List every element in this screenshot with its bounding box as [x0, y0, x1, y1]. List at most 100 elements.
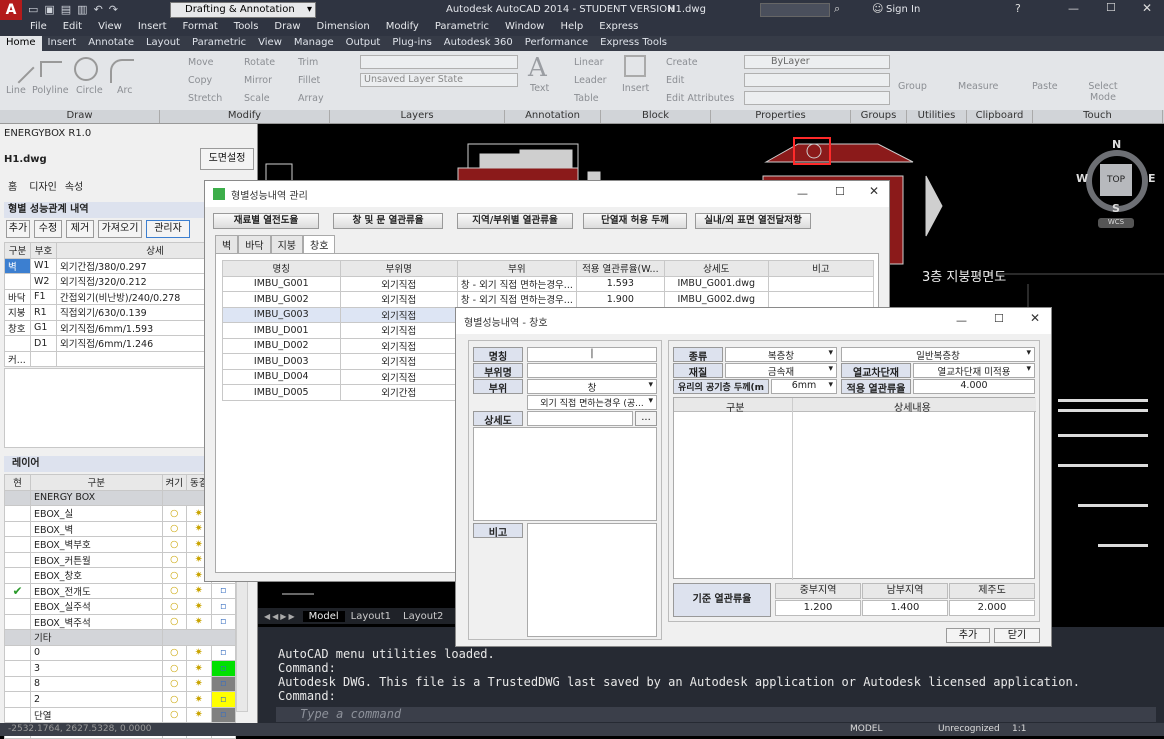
lock-icon[interactable]: ▫: [210, 660, 237, 677]
lock-icon[interactable]: ▫: [210, 691, 237, 708]
layer-current[interactable]: [4, 660, 31, 677]
layer-current[interactable]: [4, 536, 31, 553]
layer-current[interactable]: [4, 691, 31, 708]
sun-icon[interactable]: ✷: [186, 644, 212, 661]
line-label[interactable]: Line: [6, 85, 26, 96]
layer-current[interactable]: [4, 567, 31, 584]
view-cube-top[interactable]: TOP: [1100, 164, 1132, 196]
tab-layout2[interactable]: Layout2: [397, 611, 449, 622]
menu-3[interactable]: Insert: [130, 20, 175, 36]
tool-button-0[interactable]: 재료별 열전도율: [213, 213, 319, 229]
panel-title-0[interactable]: Draw: [0, 110, 160, 123]
layer-current[interactable]: [4, 551, 31, 568]
arc-label[interactable]: Arc: [117, 85, 132, 96]
bulb-icon[interactable]: ○: [161, 660, 188, 677]
arc-icon[interactable]: [110, 59, 134, 83]
insert-icon[interactable]: [624, 55, 646, 77]
remove-button[interactable]: 제거: [66, 220, 94, 238]
polyline-label[interactable]: Polyline: [32, 85, 69, 96]
layer-row[interactable]: ENERGY BOX: [4, 489, 237, 506]
name-field[interactable]: |: [527, 347, 657, 362]
menu-5[interactable]: Tools: [226, 20, 267, 36]
lock-icon[interactable]: ▫: [210, 598, 237, 615]
panel-title-8[interactable]: Clipboard: [967, 110, 1033, 123]
bulb-icon[interactable]: ○: [161, 536, 188, 553]
minimize-icon[interactable]: —: [797, 187, 808, 200]
lock-icon[interactable]: ▫: [210, 675, 237, 692]
gap-dropdown[interactable]: 6mm: [771, 379, 837, 394]
ribbon-tab-3[interactable]: Layout: [140, 36, 186, 51]
ribbon-tab-11[interactable]: Express Tools: [594, 36, 673, 51]
view-cube[interactable]: TOP N S W E WCS: [1076, 138, 1158, 228]
quick-access-icons[interactable]: ▭▣▤▥↶↷: [28, 3, 163, 17]
menu-1[interactable]: Edit: [55, 20, 90, 36]
linetype-dropdown[interactable]: [744, 73, 890, 87]
ribbon-tab-5[interactable]: View: [252, 36, 288, 51]
lock-icon[interactable]: ▫: [210, 582, 237, 599]
close-icon[interactable]: ✕: [869, 184, 879, 198]
lock-icon[interactable]: ▫: [210, 644, 237, 661]
sun-icon[interactable]: ✷: [186, 598, 212, 615]
menu-7[interactable]: Dimension: [309, 20, 378, 36]
ribbon-tab-2[interactable]: Annotate: [82, 36, 140, 51]
ribbon-tab-4[interactable]: Parametric: [186, 36, 252, 51]
layer-row[interactable]: 3 ○ ✷ ▫: [4, 660, 237, 677]
model-button[interactable]: MODEL: [850, 724, 882, 734]
menu-9[interactable]: Parametric: [427, 20, 497, 36]
detail-field[interactable]: [527, 411, 633, 426]
menu-0[interactable]: File: [22, 20, 55, 36]
minimize-icon[interactable]: —: [956, 314, 967, 327]
close-icon[interactable]: ✕: [1030, 311, 1040, 325]
panel-title-4[interactable]: Block: [601, 110, 711, 123]
layer-current[interactable]: [4, 598, 31, 615]
part-name-field[interactable]: [527, 363, 657, 378]
ribbon-tab-8[interactable]: Plug-ins: [386, 36, 437, 51]
layer-row[interactable]: EBOX_창호○✷▫: [4, 567, 237, 584]
ribbon-tab-1[interactable]: Insert: [42, 36, 83, 51]
layer-row[interactable]: 단열 ○ ✷ ▫: [4, 706, 237, 723]
fillet-tool[interactable]: Fillet: [298, 75, 320, 86]
tab-properties[interactable]: 속성: [65, 178, 83, 193]
menu-4[interactable]: Format: [175, 20, 226, 36]
maximize-icon[interactable]: ☐: [994, 312, 1004, 325]
measure-tool[interactable]: Measure: [958, 81, 998, 92]
workspace-dropdown[interactable]: Drafting & Annotation ▾: [170, 2, 316, 18]
rotate-tool[interactable]: Rotate: [244, 57, 275, 68]
applied-field[interactable]: 4.000: [913, 379, 1035, 394]
kind-dropdown[interactable]: 복층창: [725, 347, 837, 362]
stretch-tool[interactable]: Stretch: [188, 93, 222, 104]
layer-row[interactable]: EBOX_벽○✷▫: [4, 520, 237, 537]
lineweight-dropdown[interactable]: [744, 91, 890, 105]
edit-button[interactable]: 수정: [34, 220, 62, 238]
sun-icon[interactable]: ✷: [186, 675, 212, 692]
layer-row[interactable]: ✔ EBOX_전개도 ○ ✷ ▫: [4, 582, 237, 599]
note-field[interactable]: [527, 523, 657, 637]
text-icon[interactable]: A: [528, 53, 547, 83]
bulb-icon[interactable]: ○: [161, 598, 188, 615]
tab-design[interactable]: 디자인: [29, 178, 57, 193]
compass-w[interactable]: W: [1076, 172, 1088, 185]
layer-row[interactable]: EBOX_커튼월○✷▫: [4, 551, 237, 568]
tool-button-1[interactable]: 창 및 문 열관류율: [333, 213, 443, 229]
create-tool[interactable]: Create: [666, 57, 698, 68]
tool-button-4[interactable]: 실내/외 표면 열전달저항: [695, 213, 811, 229]
bylayer-dropdown[interactable]: ByLayer: [744, 55, 890, 69]
part-dropdown[interactable]: 창: [527, 379, 657, 394]
close-dialog-button[interactable]: 닫기: [994, 628, 1040, 643]
help-icon[interactable]: ?: [1015, 2, 1021, 15]
menu-8[interactable]: Modify: [378, 20, 427, 36]
panel-title-9[interactable]: Touch: [1033, 110, 1163, 123]
sun-icon[interactable]: ✷: [186, 706, 212, 723]
layer-current[interactable]: [4, 706, 31, 723]
group-tool[interactable]: Group: [898, 81, 927, 92]
add-button[interactable]: 추가: [6, 220, 30, 238]
sun-icon[interactable]: ✷: [186, 582, 212, 599]
menu-2[interactable]: View: [90, 20, 130, 36]
panel-title-6[interactable]: Groups: [851, 110, 907, 123]
polyline-icon[interactable]: [40, 61, 62, 77]
scale-tool[interactable]: Scale: [244, 93, 270, 104]
layer-row[interactable]: EBOX_벽주석 ○ ✷ ▫: [4, 613, 237, 630]
bulb-icon[interactable]: ○: [161, 505, 188, 522]
maximize-icon[interactable]: ☐: [835, 185, 845, 198]
leader-tool[interactable]: Leader: [574, 75, 607, 86]
